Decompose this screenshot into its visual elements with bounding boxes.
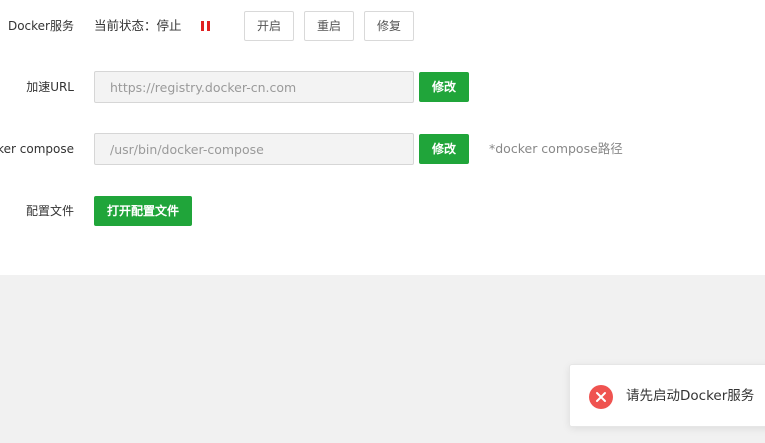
open-config-button[interactable]: 打开配置文件 <box>94 196 192 226</box>
compose-path-input[interactable] <box>94 133 414 165</box>
config-file-row: 配置文件 打开配置文件 <box>0 195 765 227</box>
compose-path-row: Docker compose 修改 *docker compose路径 <box>0 133 765 165</box>
toast-message: 请先启动Docker服务 <box>626 388 755 404</box>
mirror-url-label: 加速URL <box>26 80 74 94</box>
mirror-url-row: 加速URL 修改 <box>0 71 765 103</box>
mirror-url-input[interactable] <box>94 71 414 103</box>
service-status-text: 当前状态：停止 <box>94 18 182 33</box>
error-icon <box>589 385 613 409</box>
docker-settings-panel: Docker服务 当前状态：停止 开启 重启 修复 加速URL 修改 Docke… <box>0 0 765 275</box>
repair-button[interactable]: 修复 <box>364 11 414 41</box>
compose-path-hint: *docker compose路径 <box>489 141 623 156</box>
error-toast: 请先启动Docker服务 <box>569 364 765 427</box>
modify-mirror-button[interactable]: 修改 <box>419 72 469 102</box>
docker-service-row: Docker服务 当前状态：停止 开启 重启 修复 <box>0 10 765 42</box>
restart-button[interactable]: 重启 <box>304 11 354 41</box>
pause-icon <box>201 21 210 31</box>
docker-service-label: Docker服务 <box>7 19 74 33</box>
config-file-label: 配置文件 <box>25 204 74 218</box>
compose-path-label: Docker compose <box>0 142 74 156</box>
modify-compose-button[interactable]: 修改 <box>419 134 469 164</box>
start-button[interactable]: 开启 <box>244 11 294 41</box>
